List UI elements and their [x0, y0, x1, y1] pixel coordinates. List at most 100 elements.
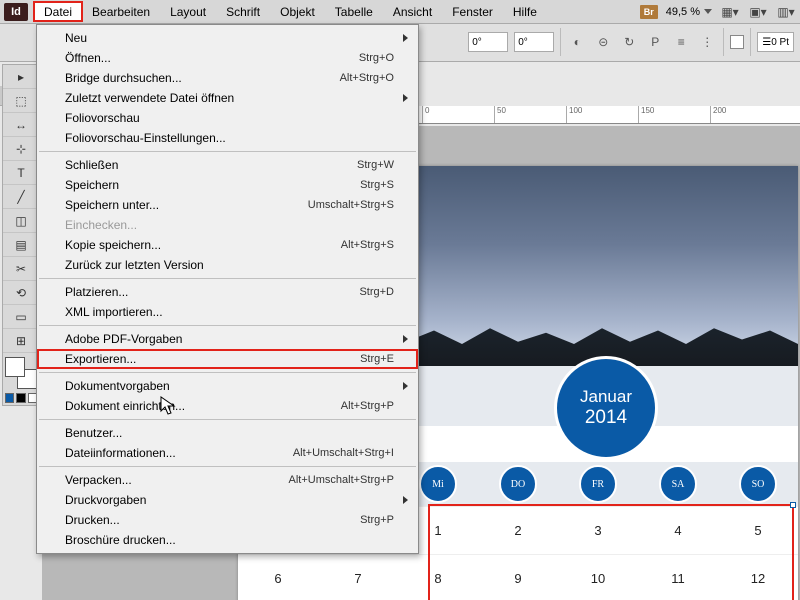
menu-item-shortcut: Strg+P	[360, 514, 394, 526]
menu-fenster[interactable]: Fenster	[442, 2, 503, 22]
calendar-cell: 2	[478, 506, 558, 554]
menu-item-brosch-re-drucken-[interactable]: Broschüre drucken...	[37, 530, 418, 550]
weekday-do: DO	[499, 465, 537, 503]
app-icon: Id	[4, 3, 28, 21]
menu-item-foliovorschau[interactable]: Foliovorschau	[37, 108, 418, 128]
menu-item-schlie-en[interactable]: SchließenStrg+W	[37, 155, 418, 175]
calendar-cell: 10	[558, 554, 638, 600]
menu-item-bridge-durchsuchen-[interactable]: Bridge durchsuchen... Alt+Strg+O	[37, 68, 418, 88]
menu-datei[interactable]: Datei	[34, 2, 82, 21]
menu-item-label: Druckvorgaben	[65, 493, 146, 507]
align-icon[interactable]: ≡	[671, 32, 691, 52]
flip-v-icon[interactable]: ⊝	[593, 32, 613, 52]
menu-item-drucken-[interactable]: Drucken...Strg+P	[37, 510, 418, 530]
calendar-cell: 7	[318, 554, 398, 600]
menu-item-label: XML importieren...	[65, 305, 163, 319]
menu-item-foliovorschau-einstellungen-[interactable]: Foliovorschau-Einstellungen...	[37, 128, 418, 148]
menu-item-zur-ck-zur-letzten-version[interactable]: Zurück zur letzten Version	[37, 255, 418, 275]
menu-item-shortcut: Strg+O	[359, 52, 394, 64]
menu-item-einchecken-: Einchecken...	[37, 215, 418, 235]
menu-item-shortcut: Alt+Umschalt+Strg+P	[289, 474, 394, 486]
shear-input[interactable]	[514, 32, 554, 52]
distribute-icon[interactable]: ⋮	[697, 32, 717, 52]
fill-swatch[interactable]	[730, 35, 744, 49]
menu-item-benutzer-[interactable]: Benutzer...	[37, 423, 418, 443]
menu-separator	[39, 419, 416, 420]
tool-button-7[interactable]: ▤	[3, 233, 39, 257]
menu-layout[interactable]: Layout	[160, 2, 216, 22]
tool-button-5[interactable]: ╱	[3, 185, 39, 209]
tool-button-8[interactable]: ✂	[3, 257, 39, 281]
menu-hilfe[interactable]: Hilfe	[503, 2, 547, 22]
menu-objekt[interactable]: Objekt	[270, 2, 325, 22]
tool-button-4[interactable]: T	[3, 161, 39, 185]
flip-h-icon[interactable]: ◐	[567, 32, 587, 52]
menu-item-shortcut: Strg+D	[359, 286, 394, 298]
menu-item-druckvorgaben[interactable]: Druckvorgaben	[37, 490, 418, 510]
menu-item-label: Dateiinformationen...	[65, 446, 176, 460]
calendar-cell: 5	[718, 506, 798, 554]
menu-item-adobe-pdf-vorgaben[interactable]: Adobe PDF-Vorgaben	[37, 329, 418, 349]
menu-item-xml-importieren-[interactable]: XML importieren...	[37, 302, 418, 322]
rotation-input[interactable]	[468, 32, 508, 52]
menu-item-exportieren-[interactable]: Exportieren...Strg+E	[37, 349, 418, 369]
menu-item-label: Einchecken...	[65, 218, 137, 232]
menu-item--ffnen-[interactable]: Öffnen...Strg+O	[37, 48, 418, 68]
menu-separator	[39, 151, 416, 152]
screen-mode-icon[interactable]: ▣▾	[748, 4, 768, 20]
zoom-level[interactable]: 49,5 %	[666, 6, 712, 18]
tool-button-0[interactable]: ▸	[3, 65, 39, 89]
chevron-down-icon	[704, 9, 712, 14]
view-mode-icon[interactable]: ▦▾	[720, 4, 740, 20]
menu-item-label: Broschüre drucken...	[65, 533, 176, 547]
tool-button-10[interactable]: ▭	[3, 305, 39, 329]
menu-item-shortcut: Alt+Umschalt+Strg+I	[293, 447, 394, 459]
tool-button-3[interactable]: ⊹	[3, 137, 39, 161]
menu-item-kopie-speichern-[interactable]: Kopie speichern...Alt+Strg+S	[37, 235, 418, 255]
tool-button-2[interactable]: ↔	[3, 113, 39, 137]
p-icon[interactable]: P	[645, 32, 665, 52]
menu-item-label: Dokumentvorgaben	[65, 379, 170, 393]
menu-item-platzieren-[interactable]: Platzieren... Strg+D	[37, 282, 418, 302]
menu-tabelle[interactable]: Tabelle	[325, 2, 383, 22]
menu-item-shortcut: Strg+E	[360, 353, 394, 365]
rotate-icon[interactable]: ↻	[619, 32, 639, 52]
calendar-cell: 6	[238, 554, 318, 600]
menu-item-shortcut: Umschalt+Strg+S	[308, 199, 394, 211]
menu-item-label: Bridge durchsuchen...	[65, 71, 182, 85]
weekday-so: SO	[739, 465, 777, 503]
menu-item-label: Benutzer...	[65, 426, 122, 440]
menu-bar: Id Datei Bearbeiten Layout Schrift Objek…	[0, 0, 800, 24]
tool-button-11[interactable]: ⊞	[3, 329, 39, 353]
menu-item-verpacken-[interactable]: Verpacken... Alt+Umschalt+Strg+P	[37, 470, 418, 490]
menu-ansicht[interactable]: Ansicht	[383, 2, 442, 22]
badge-year: 2014	[585, 407, 627, 429]
menu-separator	[39, 278, 416, 279]
bridge-badge[interactable]: Br	[640, 5, 658, 19]
menu-schrift[interactable]: Schrift	[216, 2, 270, 22]
menu-item-dateiinformationen-[interactable]: Dateiinformationen... Alt+Umschalt+Strg+I	[37, 443, 418, 463]
stroke-weight[interactable]: ☰ 0 Pt	[757, 32, 794, 52]
menu-item-label: Platzieren...	[65, 285, 128, 299]
menu-item-shortcut: Alt+Strg+O	[340, 72, 394, 84]
menu-item-dokumentvorgaben[interactable]: Dokumentvorgaben	[37, 376, 418, 396]
menu-item-speichern-unter-[interactable]: Speichern unter...Umschalt+Strg+S	[37, 195, 418, 215]
menu-item-zuletzt-verwendete-datei-ffnen[interactable]: Zuletzt verwendete Datei öffnen	[37, 88, 418, 108]
menu-bearbeiten[interactable]: Bearbeiten	[82, 2, 160, 22]
menu-separator	[39, 325, 416, 326]
fill-stroke-swatch[interactable]	[3, 355, 39, 391]
menu-separator	[39, 372, 416, 373]
menu-item-label: Adobe PDF-Vorgaben	[65, 332, 182, 346]
menu-item-speichern[interactable]: SpeichernStrg+S	[37, 175, 418, 195]
tool-button-6[interactable]: ◫	[3, 209, 39, 233]
menu-item-label: Schließen	[65, 158, 118, 172]
arrange-icon[interactable]: ▥▾	[776, 4, 796, 20]
menu-item-neu[interactable]: Neu	[37, 28, 418, 48]
menu-item-label: Neu	[65, 31, 87, 45]
color-chips[interactable]	[3, 391, 39, 405]
tool-button-9[interactable]: ⟲	[3, 281, 39, 305]
menu-item-dokument-einrichten-[interactable]: Dokument einrichten...Alt+Strg+P	[37, 396, 418, 416]
calendar-cell: 4	[638, 506, 718, 554]
tool-button-1[interactable]: ⬚	[3, 89, 39, 113]
menu-item-label: Verpacken...	[65, 473, 132, 487]
